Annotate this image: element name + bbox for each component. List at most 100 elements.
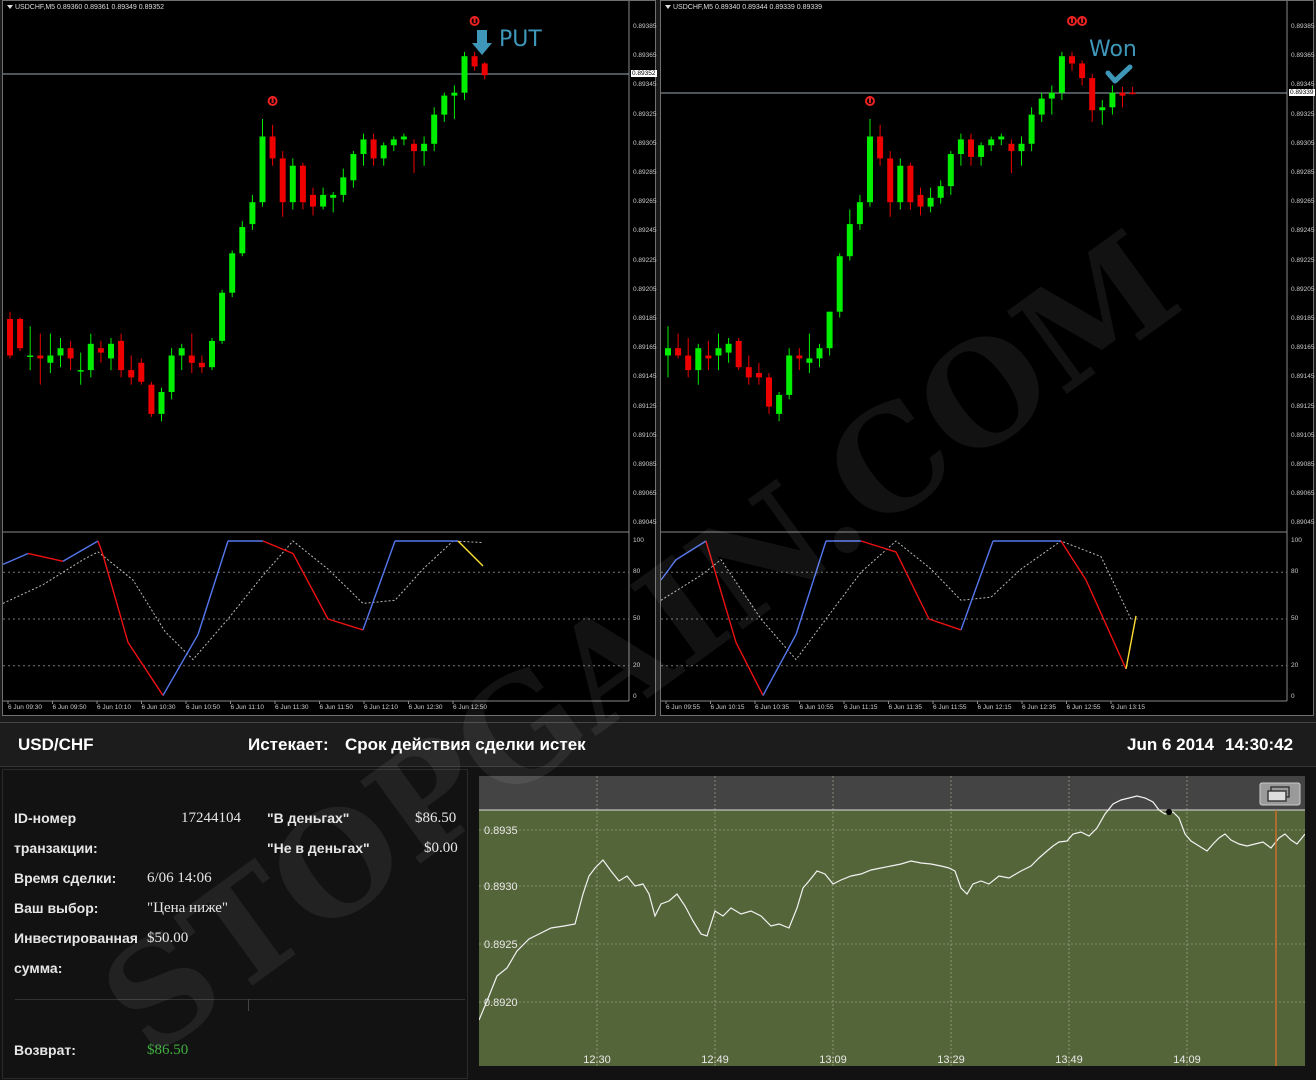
price-tick-label: 0.89105 bbox=[633, 431, 657, 439]
choice-label: Ваш выбор: bbox=[14, 900, 99, 916]
candle-body bbox=[947, 154, 954, 187]
out-money-value: $0.00 bbox=[424, 840, 458, 856]
price-tick-label: 0.89285 bbox=[1291, 169, 1315, 176]
time-tick-label: 6 Jun 12:35 bbox=[1022, 704, 1056, 711]
candle-body bbox=[310, 194, 316, 207]
candle-body bbox=[471, 56, 478, 67]
candle-body bbox=[786, 355, 793, 395]
mini-entry-point bbox=[1166, 809, 1172, 815]
osc-main-segment bbox=[795, 540, 827, 635]
candle-body bbox=[370, 139, 377, 159]
osc-main-segment bbox=[62, 540, 99, 562]
candle-body bbox=[957, 139, 964, 155]
candle-body bbox=[481, 63, 488, 76]
candle-body bbox=[705, 355, 712, 359]
price-tick-label: 0.89185 bbox=[633, 315, 657, 322]
candle-body bbox=[451, 92, 458, 96]
candle-body bbox=[806, 358, 813, 363]
price-tick-label: 0.89265 bbox=[1291, 198, 1315, 206]
candle-body bbox=[1048, 92, 1055, 99]
price-tick-label: 0.89165 bbox=[1291, 344, 1315, 352]
osc-main-segment bbox=[327, 618, 364, 631]
won-signal-label: Won bbox=[1089, 37, 1137, 62]
candle-body bbox=[118, 340, 125, 371]
candle-body bbox=[340, 177, 347, 195]
time-tick-label: 6 Jun 12:30 bbox=[408, 704, 443, 711]
time-tick-label: 6 Jun 12:50 bbox=[453, 704, 487, 711]
candle-body bbox=[887, 158, 894, 203]
candle-body bbox=[1099, 107, 1106, 111]
osc-main-segment bbox=[127, 642, 164, 696]
candle-body bbox=[158, 392, 165, 414]
time-tick-label: 6 Jun 09:50 bbox=[52, 704, 87, 711]
candle-body bbox=[289, 165, 296, 203]
osc-main-segment bbox=[895, 551, 930, 620]
candle-body bbox=[431, 114, 438, 144]
osc-main-segment bbox=[457, 540, 484, 567]
in-money-value: $86.50 bbox=[415, 810, 457, 826]
price-tick-label: 0.89325 bbox=[633, 110, 657, 118]
return-value: $86.50 bbox=[147, 1042, 189, 1058]
time-tick-label: 6 Jun 12:55 bbox=[1066, 704, 1101, 711]
dropdown-triangle-icon bbox=[665, 4, 671, 10]
price-tick-label: 0.89385 bbox=[633, 23, 657, 30]
left-chart-window[interactable]: USDCHF,M5 0.89360 0.89361 0.89349 0.8935… bbox=[2, 0, 657, 716]
right-chart-window[interactable]: USDCHF,M5 0.89340 0.89344 0.89339 0.8933… bbox=[660, 0, 1315, 716]
osc-tick-label: 20 bbox=[633, 661, 641, 669]
left-chart-canvas bbox=[3, 1, 630, 704]
candle-body bbox=[816, 348, 823, 359]
osc-main-segment bbox=[197, 540, 229, 635]
mini-chart-top-band bbox=[479, 776, 1305, 810]
trade-details-panel: ID-номер транзакции: 17244104 "В деньгах… bbox=[2, 769, 468, 1079]
time-tick-label: 6 Jun 10:55 bbox=[799, 704, 834, 711]
candle-body bbox=[259, 136, 266, 203]
price-tick-label: 0.89305 bbox=[633, 139, 657, 147]
osc-main-segment bbox=[762, 634, 797, 696]
time-tick-label: 6 Jun 12:15 bbox=[977, 704, 1012, 711]
fullscreen-button[interactable] bbox=[1259, 782, 1301, 806]
choice-value: "Цена ниже" bbox=[147, 900, 229, 916]
time-tick-label: 6 Jun 11:15 bbox=[844, 704, 878, 711]
mini-x-label: 12:30 bbox=[583, 1054, 611, 1066]
price-tick-label: 0.89185 bbox=[1291, 315, 1315, 322]
right-chart-title: USDCHF,M5 0.89340 0.89344 0.89339 0.8933… bbox=[665, 4, 822, 11]
candle-body bbox=[279, 158, 286, 203]
candle-body bbox=[725, 343, 732, 353]
candle-body bbox=[461, 56, 468, 93]
osc-main-segment bbox=[928, 618, 962, 631]
candle-body bbox=[219, 292, 226, 341]
osc-tick-label: 100 bbox=[1291, 537, 1302, 544]
trade-date: Jun 6 2014 bbox=[1127, 735, 1214, 754]
osc-tick-label: 100 bbox=[633, 537, 644, 544]
osc-main-segment bbox=[675, 540, 707, 561]
candle-body bbox=[665, 348, 671, 356]
osc-main-segment bbox=[292, 553, 329, 620]
left-chart-title: USDCHF,M5 0.89360 0.89361 0.89349 0.8935… bbox=[7, 4, 164, 11]
mini-x-label: 13:49 bbox=[1055, 1054, 1083, 1066]
candle-body bbox=[755, 373, 762, 378]
osc-main-segment bbox=[735, 642, 764, 696]
candle-body bbox=[988, 139, 995, 146]
candle-body bbox=[1089, 78, 1096, 111]
time-tick-label: 6 Jun 11:55 bbox=[933, 704, 967, 711]
time-tick-label: 6 Jun 10:10 bbox=[97, 704, 131, 711]
candle-body bbox=[1079, 63, 1086, 79]
candle-body bbox=[877, 136, 884, 159]
price-tick-label: 0.89365 bbox=[633, 52, 657, 60]
candle-body bbox=[897, 165, 904, 203]
window-icon-front bbox=[1267, 790, 1287, 802]
candle-body bbox=[67, 348, 74, 359]
mini-x-label: 13:29 bbox=[937, 1054, 965, 1066]
candle-body bbox=[421, 143, 428, 152]
osc-tick-label: 0 bbox=[633, 693, 637, 700]
price-tick-label: 0.89065 bbox=[1291, 490, 1315, 498]
mini-x-label: 12:49 bbox=[701, 1054, 729, 1066]
time-tick-label: 6 Jun 09:55 bbox=[666, 704, 700, 711]
candle-body bbox=[927, 197, 934, 207]
candle-body bbox=[796, 355, 803, 359]
expires-label: Истекает: bbox=[248, 735, 329, 754]
right-chart-title-text: USDCHF,M5 0.89340 0.89344 0.89339 0.8933… bbox=[673, 4, 823, 11]
price-tick-label: 0.89145 bbox=[633, 373, 657, 381]
out-money-label: "Не в деньгах" bbox=[267, 840, 370, 856]
osc-signal-line bbox=[661, 540, 1132, 661]
